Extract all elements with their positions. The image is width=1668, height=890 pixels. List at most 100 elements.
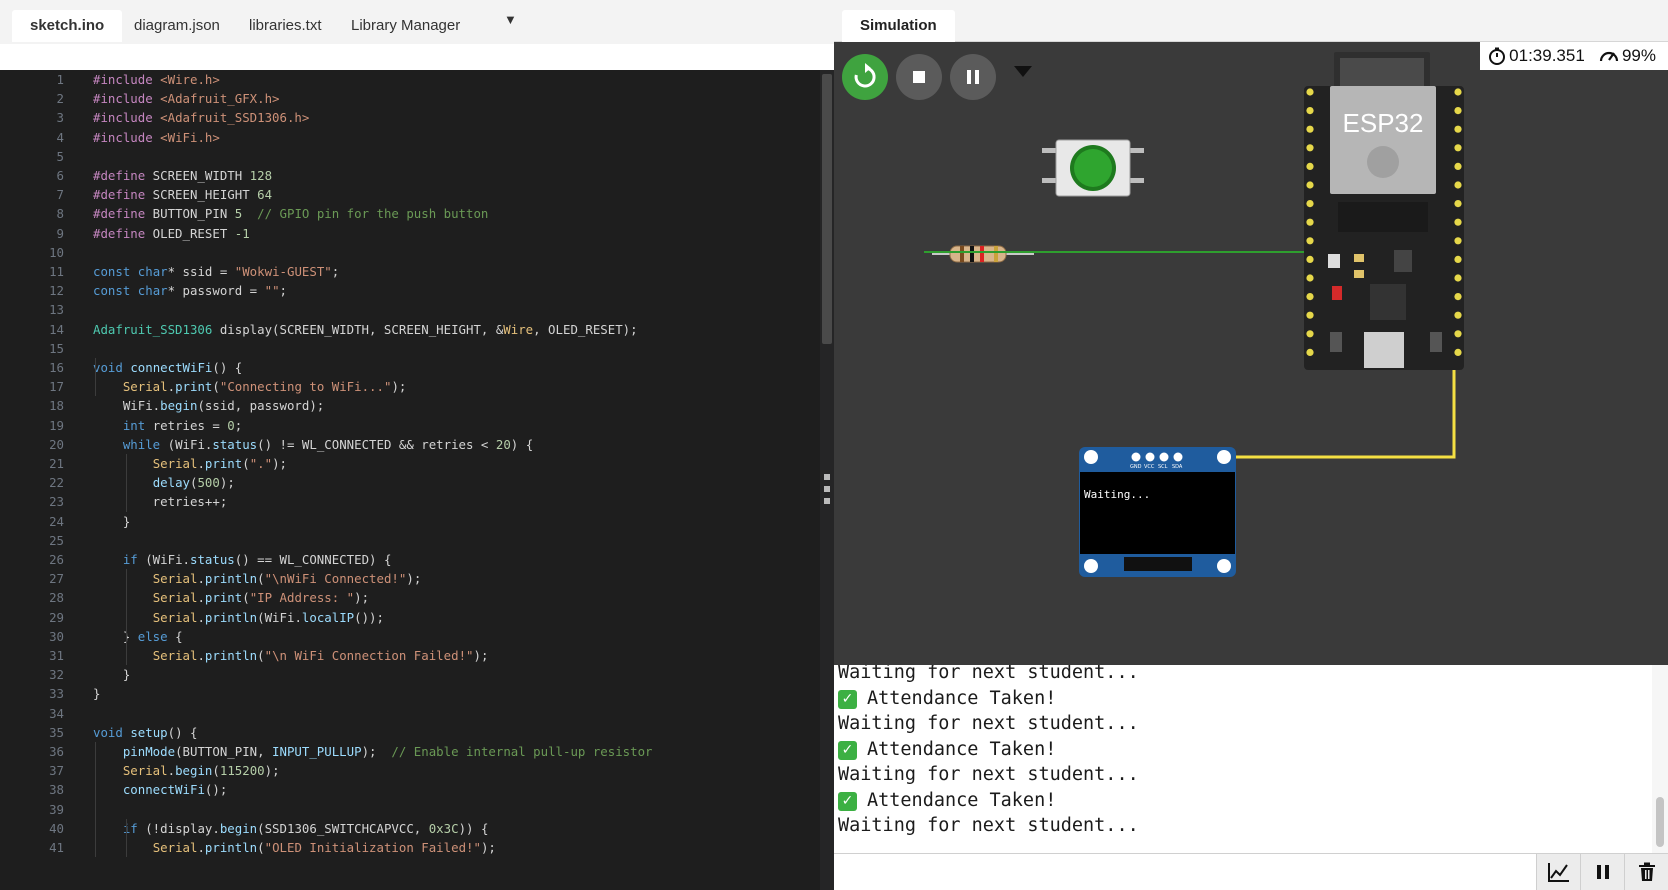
- code-line[interactable]: 13: [0, 300, 820, 320]
- code-line[interactable]: 38 connectWiFi();: [0, 780, 820, 800]
- esp32-pin[interactable]: [1306, 274, 1314, 282]
- serial-line-text: Waiting for next student...: [838, 665, 1139, 683]
- esp32-pin[interactable]: [1306, 107, 1314, 115]
- esp32-pin[interactable]: [1454, 330, 1462, 338]
- code-line[interactable]: 30 } else {: [0, 627, 820, 647]
- esp32-pin[interactable]: [1306, 330, 1314, 338]
- esp32-pin[interactable]: [1454, 181, 1462, 189]
- code-line[interactable]: 24 }: [0, 512, 820, 532]
- esp32-board[interactable]: ESP32: [1304, 52, 1464, 370]
- code-line[interactable]: 34: [0, 704, 820, 724]
- esp32-pin[interactable]: [1454, 218, 1462, 226]
- esp32-pin[interactable]: [1454, 293, 1462, 301]
- code-line[interactable]: 35 void setup() {: [0, 723, 820, 743]
- code-line[interactable]: 23 retries++;: [0, 492, 820, 512]
- code-line[interactable]: 2 #include <Adafruit_GFX.h>: [0, 89, 820, 109]
- code-line[interactable]: 40 if (!display.begin(SSD1306_SWITCHCAPV…: [0, 819, 820, 839]
- esp32-pin[interactable]: [1306, 348, 1314, 356]
- code-line[interactable]: 19 int retries = 0;: [0, 416, 820, 436]
- serial-line-text: Attendance Taken!: [867, 687, 1057, 709]
- esp32-pin[interactable]: [1306, 255, 1314, 263]
- esp32-pin[interactable]: [1306, 237, 1314, 245]
- esp32-pin[interactable]: [1454, 255, 1462, 263]
- code-line[interactable]: 20 while (WiFi.status() != WL_CONNECTED …: [0, 435, 820, 455]
- code-area[interactable]: 1 #include <Wire.h> 2 #include <Adafruit_GF…: [0, 70, 820, 890]
- esp32-pin[interactable]: [1454, 200, 1462, 208]
- code-line[interactable]: 10: [0, 243, 820, 263]
- code-line[interactable]: 7 #define SCREEN_HEIGHT 64: [0, 185, 820, 205]
- esp32-pin[interactable]: [1454, 162, 1462, 170]
- code-line[interactable]: 9 #define OLED_RESET -1: [0, 224, 820, 244]
- tab-sketch-ino[interactable]: sketch.ino: [12, 10, 123, 42]
- code-line[interactable]: 17 Serial.print("Connecting to WiFi...")…: [0, 377, 820, 397]
- code-line[interactable]: 4 #include <WiFi.h>: [0, 128, 820, 148]
- code-line[interactable]: 5: [0, 147, 820, 167]
- code-line[interactable]: 32 }: [0, 665, 820, 685]
- tab-menu-dropdown-icon[interactable]: ▼: [504, 12, 517, 27]
- code-line[interactable]: 16 void connectWiFi() {: [0, 358, 820, 378]
- esp32-pin[interactable]: [1454, 348, 1462, 356]
- esp32-pin[interactable]: [1454, 144, 1462, 152]
- code-line[interactable]: 31 Serial.println("\n WiFi Connection Fa…: [0, 646, 820, 666]
- code-line[interactable]: 1 #include <Wire.h>: [0, 70, 820, 90]
- serial-line: ✓ Attendance Taken!: [838, 787, 1056, 814]
- stop-simulation-button[interactable]: [896, 54, 942, 100]
- code-line[interactable]: 29 Serial.println(WiFi.localIP());: [0, 608, 820, 628]
- resistor[interactable]: [932, 245, 1034, 263]
- code-line[interactable]: 33}: [0, 684, 820, 704]
- esp32-pin[interactable]: [1306, 311, 1314, 319]
- esp32-pin[interactable]: [1454, 88, 1462, 96]
- esp32-pin[interactable]: [1454, 107, 1462, 115]
- code-line[interactable]: 14 Adafruit_SSD1306 display(SCREEN_WIDTH,…: [0, 320, 820, 340]
- code-line[interactable]: 27 Serial.println("\nWiFi Connected!");: [0, 569, 820, 589]
- pane-resize-handle[interactable]: [820, 470, 834, 510]
- code-line[interactable]: 25: [0, 531, 820, 551]
- code-line[interactable]: 39: [0, 800, 820, 820]
- serial-pause-button[interactable]: [1580, 854, 1624, 890]
- serial-plotter-button[interactable]: [1536, 854, 1580, 890]
- esp32-pin[interactable]: [1306, 125, 1314, 133]
- restart-simulation-button[interactable]: [842, 54, 888, 100]
- esp32-pin[interactable]: [1306, 200, 1314, 208]
- serial-monitor-output[interactable]: Waiting for next student... ✓ Attendance T…: [834, 665, 1668, 853]
- indent-guide: [126, 646, 127, 666]
- serial-scrollbar[interactable]: [1652, 665, 1668, 853]
- tab-simulation[interactable]: Simulation: [842, 10, 955, 42]
- push-button[interactable]: [1042, 139, 1144, 197]
- code-line[interactable]: 26 if (WiFi.status() == WL_CONNECTED) {: [0, 550, 820, 570]
- simulation-canvas[interactable]: ESP32 GND VCC SCL SDA Waiting... 01:39.3…: [834, 42, 1668, 665]
- code-line[interactable]: 3 #include <Adafruit_SSD1306.h>: [0, 108, 820, 128]
- tab-diagram-json[interactable]: diagram.json: [116, 10, 238, 42]
- code-line[interactable]: 12 const char* password = "";: [0, 281, 820, 301]
- code-line[interactable]: 41 Serial.println("OLED Initialization F…: [0, 838, 820, 858]
- code-line[interactable]: 11 const char* ssid = "Wokwi-GUEST";: [0, 262, 820, 282]
- code-line[interactable]: 37 Serial.begin(115200);: [0, 761, 820, 781]
- serial-clear-button[interactable]: [1624, 854, 1668, 890]
- tab-libraries-txt[interactable]: libraries.txt: [231, 10, 340, 42]
- code-line[interactable]: 18 WiFi.begin(ssid, password);: [0, 396, 820, 416]
- serial-scrollbar-thumb[interactable]: [1656, 797, 1664, 847]
- code-line[interactable]: 36 pinMode(BUTTON_PIN, INPUT_PULLUP); //…: [0, 742, 820, 762]
- editor-scrollbar-thumb[interactable]: [822, 74, 832, 344]
- esp32-pin[interactable]: [1454, 125, 1462, 133]
- serial-input[interactable]: [834, 854, 1526, 890]
- esp32-pin[interactable]: [1306, 144, 1314, 152]
- simulation-menu-dropdown-icon[interactable]: [1014, 66, 1032, 77]
- code-line[interactable]: 28 Serial.print("IP Address: ");: [0, 588, 820, 608]
- esp32-pin[interactable]: [1306, 181, 1314, 189]
- tab-library-manager[interactable]: Library Manager: [333, 10, 478, 42]
- esp32-pin[interactable]: [1306, 88, 1314, 96]
- oled-display[interactable]: GND VCC SCL SDA Waiting...: [1079, 447, 1236, 577]
- esp32-pin[interactable]: [1306, 218, 1314, 226]
- code-line[interactable]: 21 Serial.print(".");: [0, 454, 820, 474]
- code-line[interactable]: 6 #define SCREEN_WIDTH 128: [0, 166, 820, 186]
- code-line[interactable]: 15: [0, 339, 820, 359]
- esp32-pin[interactable]: [1306, 162, 1314, 170]
- esp32-pin[interactable]: [1454, 237, 1462, 245]
- pause-simulation-button[interactable]: [950, 54, 996, 100]
- esp32-pin[interactable]: [1454, 311, 1462, 319]
- esp32-pin[interactable]: [1306, 293, 1314, 301]
- code-line[interactable]: 8 #define BUTTON_PIN 5 // GPIO pin for th…: [0, 204, 820, 224]
- esp32-pin[interactable]: [1454, 274, 1462, 282]
- code-line[interactable]: 22 delay(500);: [0, 473, 820, 493]
